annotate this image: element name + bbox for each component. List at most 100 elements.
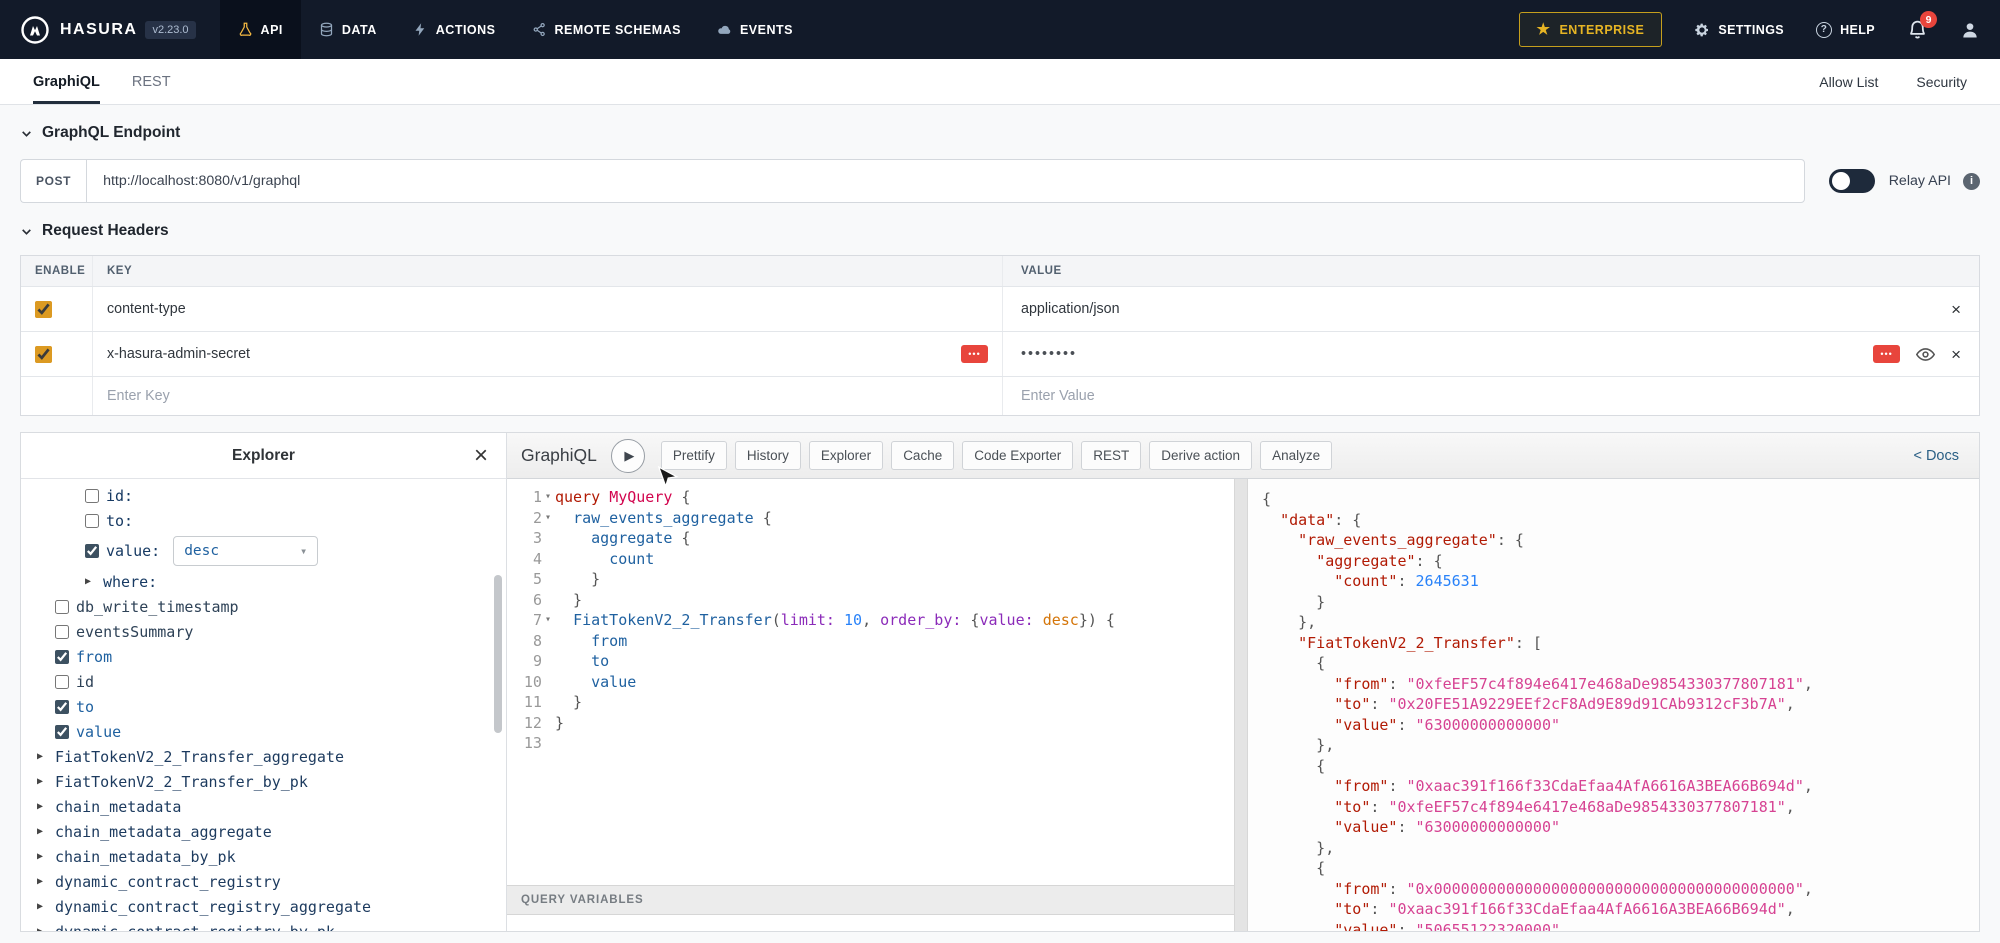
new-header-key-input[interactable] xyxy=(107,388,944,404)
toolbar-button-code-exporter[interactable]: Code Exporter xyxy=(962,441,1073,470)
tab-graphiql[interactable]: GraphiQL xyxy=(33,59,100,104)
explorer-item-value[interactable]: value xyxy=(29,719,496,744)
response-line: }, xyxy=(1262,735,1979,756)
explorer-item-FiatTokenV2_2_Transfer_by_pk[interactable]: ▶FiatTokenV2_2_Transfer_by_pk xyxy=(29,769,496,794)
header-enabled-checkbox[interactable] xyxy=(35,346,52,363)
field-checkbox[interactable] xyxy=(55,675,69,689)
graphql-endpoint-section-header[interactable]: GraphQL Endpoint xyxy=(20,121,1980,145)
response-line: { xyxy=(1262,756,1979,777)
explorer-item-id[interactable]: id xyxy=(29,669,496,694)
editor-gutter: 1▾2▾3▾4▾5▾6▾7▾8▾9▾10▾11▾12▾13▾ xyxy=(507,487,555,885)
chevron-down-icon xyxy=(20,127,33,140)
explorer-item-id[interactable]: id: xyxy=(29,483,496,508)
field-checkbox[interactable] xyxy=(85,514,99,528)
field-checkbox[interactable] xyxy=(55,600,69,614)
user-menu-button[interactable] xyxy=(1960,20,1980,40)
execute-query-button[interactable]: ▶ xyxy=(611,439,645,473)
field-checkbox[interactable] xyxy=(55,625,69,639)
order-direction-select[interactable]: desc▾ xyxy=(173,536,318,566)
field-checkbox[interactable] xyxy=(85,544,99,558)
pane-resize-handle[interactable] xyxy=(1234,479,1248,931)
explorer-item-from[interactable]: from xyxy=(29,644,496,669)
query-variables-bar[interactable]: QUERY VARIABLES xyxy=(507,885,1234,915)
relay-api-toggle[interactable] xyxy=(1829,169,1875,193)
query-editor[interactable]: 1▾2▾3▾4▾5▾6▾7▾8▾9▾10▾11▾12▾13▾ query MyQ… xyxy=(507,479,1234,885)
http-method-chip: POST xyxy=(20,159,86,203)
nav-item-actions[interactable]: ACTIONS xyxy=(395,0,514,59)
toolbar-button-history[interactable]: History xyxy=(735,441,801,470)
code-line: aggregate { xyxy=(555,528,1234,549)
response-line: "to": "0x20FE51A9229EEf2cF8Ad9E89d91CAb9… xyxy=(1262,694,1979,715)
remove-header-icon[interactable]: × xyxy=(1951,301,1961,318)
field-checkbox[interactable] xyxy=(55,725,69,739)
field-checkbox[interactable] xyxy=(55,650,69,664)
explorer-item-dynamic_contract_registry_aggregate[interactable]: ▶dynamic_contract_registry_aggregate xyxy=(29,894,496,919)
explorer-item-where[interactable]: ▶where: xyxy=(29,569,496,594)
link-security[interactable]: Security xyxy=(1916,74,1967,90)
remove-header-icon[interactable]: × xyxy=(1951,346,1961,363)
new-header-value-input[interactable] xyxy=(1021,388,1914,404)
docs-link[interactable]: < Docs xyxy=(1913,448,1965,464)
fold-marker-icon: ▾ xyxy=(545,508,551,529)
navbar-right: ★ ENTERPRISE SETTINGS ? HELP 9 xyxy=(1519,12,1981,47)
field-checkbox[interactable] xyxy=(55,700,69,714)
toolbar-button-rest[interactable]: REST xyxy=(1081,441,1141,470)
header-key-cell[interactable]: x-hasura-admin-secret••• xyxy=(93,332,1003,376)
toolbar-button-analyze[interactable]: Analyze xyxy=(1260,441,1332,470)
header-value-cell[interactable]: application/json× xyxy=(1003,287,1979,331)
nav-item-data[interactable]: DATA xyxy=(301,0,395,59)
header-key-cell[interactable]: content-type xyxy=(93,287,1003,331)
line-number: 3▾ xyxy=(507,528,555,549)
query-variables-editor[interactable] xyxy=(507,915,1234,931)
response-line: "to": "0xfeEF57c4f894e6417e468aDe9854330… xyxy=(1262,797,1979,818)
hasura-brand[interactable]: HASURA xyxy=(20,15,137,45)
explorer-item-chain_metadata_aggregate[interactable]: ▶chain_metadata_aggregate xyxy=(29,819,496,844)
header-enabled-checkbox[interactable] xyxy=(35,301,52,318)
code-line: } xyxy=(555,713,1234,734)
info-icon[interactable]: i xyxy=(1963,173,1980,190)
toolbar-button-prettify[interactable]: Prettify xyxy=(661,441,727,470)
response-line: "raw_events_aggregate": { xyxy=(1262,530,1979,551)
toolbar-button-derive-action[interactable]: Derive action xyxy=(1149,441,1252,470)
toolbar-button-explorer[interactable]: Explorer xyxy=(809,441,883,470)
link-allow-list[interactable]: Allow List xyxy=(1819,74,1878,90)
help-button[interactable]: ? HELP xyxy=(1816,22,1875,38)
explorer-item-dynamic_contract_registry[interactable]: ▶dynamic_contract_registry xyxy=(29,869,496,894)
notifications-button[interactable]: 9 xyxy=(1907,19,1928,40)
play-icon: ▶ xyxy=(624,448,634,464)
version-badge[interactable]: v2.23.0 xyxy=(145,21,195,39)
settings-button[interactable]: SETTINGS xyxy=(1694,22,1784,38)
endpoint-url-input[interactable] xyxy=(86,159,1805,203)
tab-rest[interactable]: REST xyxy=(132,59,171,104)
close-icon[interactable]: × xyxy=(474,444,488,468)
explorer-item-chain_metadata[interactable]: ▶chain_metadata xyxy=(29,794,496,819)
brand-name: HASURA xyxy=(60,21,137,39)
explorer-item-dynamic_contract_registry_by_pk[interactable]: ▶dynamic_contract_registry_by_pk xyxy=(29,919,496,931)
explorer-item-chain_metadata_by_pk[interactable]: ▶chain_metadata_by_pk xyxy=(29,844,496,869)
admin-secret-badge: ••• xyxy=(961,345,988,363)
explorer-item-FiatTokenV2_2_Transfer_aggregate[interactable]: ▶FiatTokenV2_2_Transfer_aggregate xyxy=(29,744,496,769)
field-checkbox[interactable] xyxy=(85,489,99,503)
nav-item-api[interactable]: API xyxy=(220,0,301,59)
explorer-scrollbar[interactable] xyxy=(494,575,502,733)
field-label: eventsSummary xyxy=(76,623,193,641)
field-label: chain_metadata_by_pk xyxy=(55,848,236,866)
enterprise-button[interactable]: ★ ENTERPRISE xyxy=(1519,12,1663,47)
explorer-item-db_write_timestamp[interactable]: db_write_timestamp xyxy=(29,594,496,619)
explorer-item-to[interactable]: to: xyxy=(29,508,496,533)
explorer-item-to[interactable]: to xyxy=(29,694,496,719)
code-line: } xyxy=(555,692,1234,713)
reveal-secret-icon[interactable] xyxy=(1916,345,1935,364)
line-number: 10▾ xyxy=(507,672,555,693)
bolt-icon xyxy=(413,22,428,37)
code-line: } xyxy=(555,590,1234,611)
toolbar-button-cache[interactable]: Cache xyxy=(891,441,954,470)
response-line: "aggregate": { xyxy=(1262,551,1979,572)
explorer-item-value[interactable]: value:desc▾ xyxy=(29,533,496,569)
header-value-cell[interactable]: •••••••••••× xyxy=(1003,332,1979,376)
nav-item-remote-schemas[interactable]: REMOTE SCHEMAS xyxy=(514,0,699,59)
request-headers-section-header[interactable]: Request Headers xyxy=(20,219,1980,243)
chevron-down-icon: ▾ xyxy=(300,544,307,558)
explorer-item-eventsSummary[interactable]: eventsSummary xyxy=(29,619,496,644)
nav-item-events[interactable]: EVENTS xyxy=(699,0,811,59)
